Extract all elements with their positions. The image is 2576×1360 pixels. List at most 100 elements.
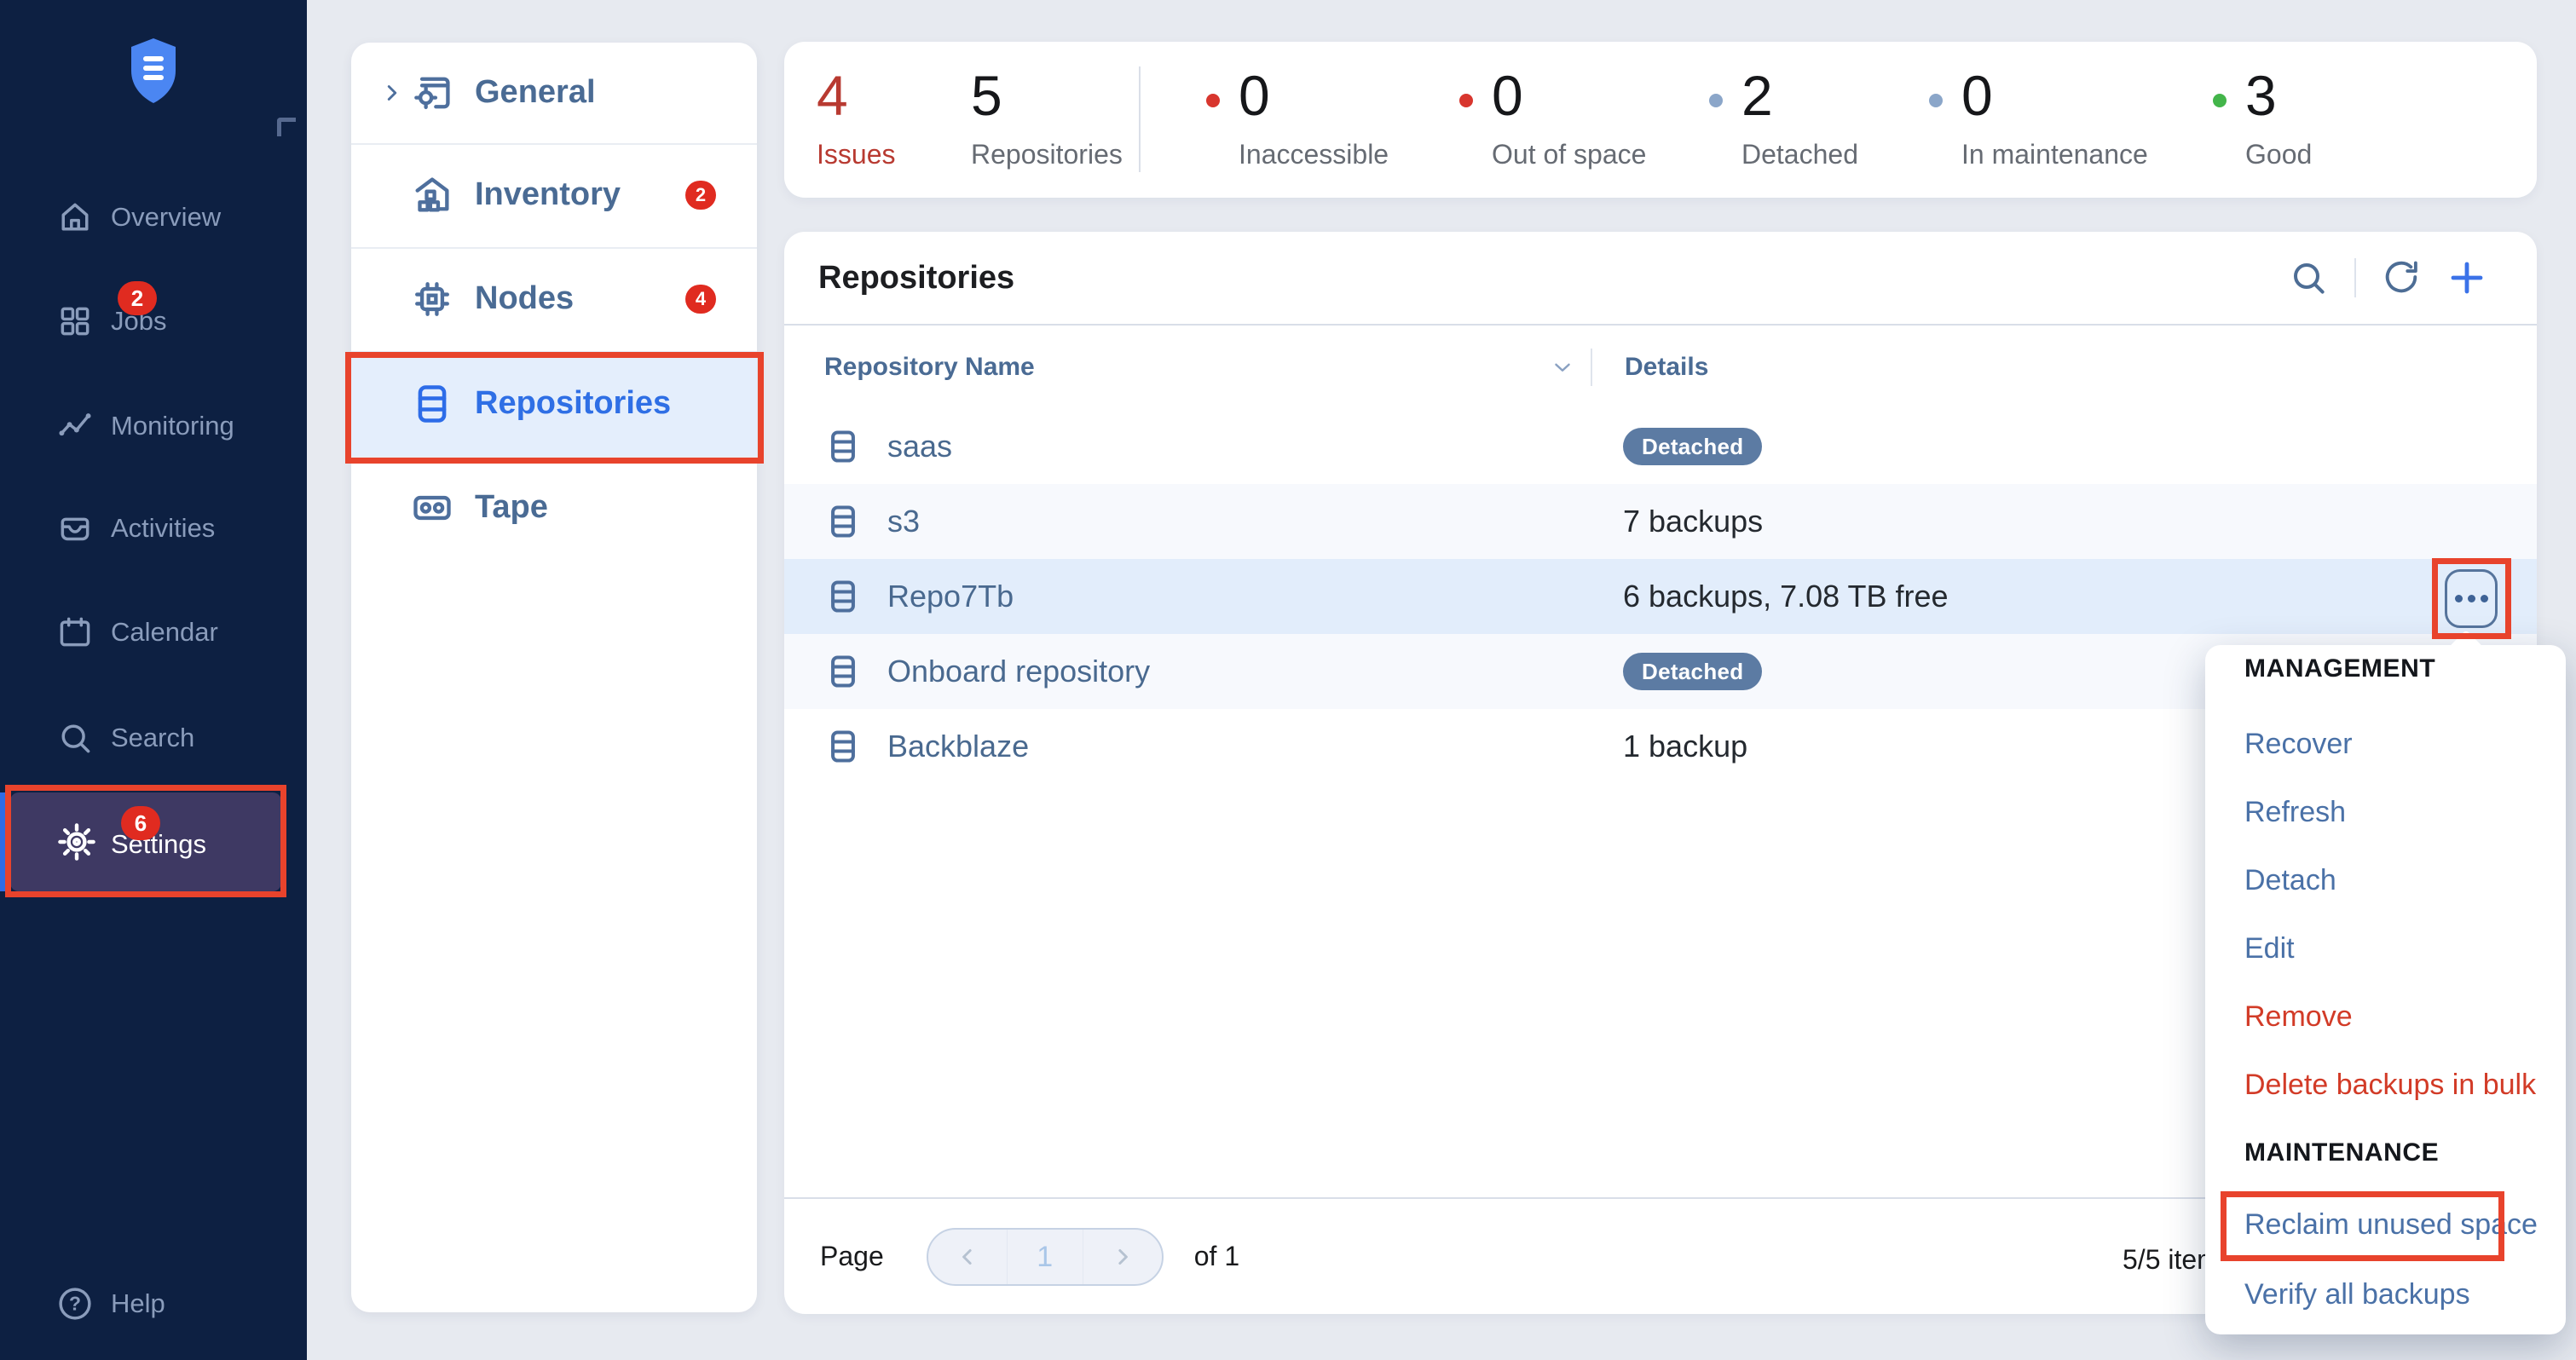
stat-issues: 4 Issues bbox=[817, 42, 895, 170]
stat-label: Repositories bbox=[971, 139, 1123, 170]
sidebar-item-overview[interactable]: Overview bbox=[0, 192, 307, 243]
toolbar-divider bbox=[2354, 258, 2356, 297]
column-header-repository-name[interactable]: Repository Name bbox=[824, 353, 1035, 382]
repository-name[interactable]: s3 bbox=[887, 504, 920, 539]
sidebar-item-label: Overview bbox=[111, 202, 221, 233]
home-icon bbox=[56, 199, 94, 236]
status-dot-red bbox=[1206, 94, 1220, 107]
repository-database-icon bbox=[824, 428, 862, 465]
page-label: Page bbox=[820, 1241, 884, 1272]
panel-header: Repositories bbox=[784, 232, 2537, 326]
stat-value: 5 bbox=[971, 64, 1002, 127]
menu-item-remove[interactable]: Remove bbox=[2205, 1002, 2566, 1031]
stat-detached: 2 Detached bbox=[1709, 42, 1858, 170]
current-page-number[interactable]: 1 bbox=[1007, 1230, 1083, 1284]
menu-item-recover[interactable]: Recover bbox=[2205, 729, 2566, 758]
menu-section-maintenance: MAINTENANCE bbox=[2205, 1138, 2566, 1167]
repository-name[interactable]: Backblaze bbox=[887, 729, 1029, 764]
repository-actions-context-menu: MANAGEMENT Recover Refresh Detach Edit R… bbox=[2205, 645, 2566, 1334]
sidebar-collapse-icon[interactable] bbox=[277, 118, 296, 136]
nav-item-general[interactable]: General bbox=[351, 43, 757, 143]
of-total-pages-label: of 1 bbox=[1194, 1241, 1239, 1272]
jobs-grid-icon bbox=[56, 303, 94, 340]
status-dot-green bbox=[2213, 94, 2227, 107]
sidebar-item-help[interactable]: ? Help bbox=[0, 1278, 307, 1329]
stat-label: Out of space bbox=[1492, 139, 1646, 170]
nav-item-nodes[interactable]: Nodes 4 bbox=[351, 247, 757, 351]
menu-item-edit[interactable]: Edit bbox=[2205, 934, 2566, 963]
primary-sidebar: Overview Jobs 2 Monitoring Activities Ca… bbox=[0, 0, 307, 1360]
add-repository-icon[interactable] bbox=[2446, 257, 2487, 298]
stats-divider bbox=[1139, 66, 1141, 172]
tape-cassette-icon bbox=[410, 486, 454, 530]
calendar-icon bbox=[56, 614, 94, 651]
nav-item-repositories[interactable]: Repositories bbox=[351, 351, 757, 456]
sidebar-item-activities[interactable]: Activities bbox=[0, 503, 307, 554]
repository-details: 7 backups bbox=[1591, 504, 1763, 539]
refresh-icon[interactable] bbox=[2382, 257, 2423, 298]
app-logo-shield-icon bbox=[126, 37, 181, 105]
sidebar-item-label: Activities bbox=[111, 513, 215, 544]
table-column-headers: Repository Name Details bbox=[784, 326, 2537, 409]
table-row[interactable]: s3 7 backups bbox=[784, 484, 2537, 559]
repository-name[interactable]: saas bbox=[887, 429, 952, 464]
status-dot-slate bbox=[1709, 94, 1723, 107]
repository-name[interactable]: Repo7Tb bbox=[887, 579, 1014, 614]
sidebar-item-calendar[interactable]: Calendar bbox=[0, 607, 307, 658]
search-icon bbox=[56, 719, 94, 757]
stat-label: Detached bbox=[1741, 139, 1858, 170]
nodes-count-badge: 4 bbox=[685, 285, 716, 314]
nav-item-label: Tape bbox=[475, 489, 548, 526]
settings-secondary-nav: General Inventory 2 Nodes 4 Repositories… bbox=[351, 43, 757, 1312]
stat-value: 0 bbox=[1239, 64, 1270, 127]
help-icon: ? bbox=[56, 1285, 94, 1323]
menu-item-reclaim-unused-space[interactable]: Reclaim unused space bbox=[2205, 1210, 2566, 1239]
stat-label: In maintenance bbox=[1961, 139, 2148, 170]
stat-in-maintenance: 0 In maintenance bbox=[1929, 42, 2148, 170]
panel-title: Repositories bbox=[818, 260, 1014, 297]
monitoring-chart-icon bbox=[56, 407, 94, 445]
menu-item-verify-all-backups[interactable]: Verify all backups bbox=[2205, 1280, 2566, 1309]
next-page-chevron-icon[interactable] bbox=[1083, 1230, 1162, 1284]
menu-item-refresh[interactable]: Refresh bbox=[2205, 798, 2566, 827]
sidebar-item-search[interactable]: Search bbox=[0, 712, 307, 764]
nav-item-inventory[interactable]: Inventory 2 bbox=[351, 143, 757, 247]
table-row[interactable]: saas Detached bbox=[784, 409, 2537, 484]
inventory-count-badge: 2 bbox=[685, 181, 716, 210]
repository-name[interactable]: Onboard repository bbox=[887, 654, 1150, 689]
table-row-selected[interactable]: Repo7Tb 6 backups, 7.08 TB free bbox=[784, 559, 2537, 634]
general-window-gear-icon bbox=[410, 71, 454, 115]
stat-value: 2 bbox=[1741, 64, 1773, 127]
settings-selected-indicator bbox=[0, 792, 10, 891]
sort-chevron-down-icon[interactable] bbox=[1550, 354, 1575, 380]
row-actions-ellipsis-button[interactable] bbox=[2445, 569, 2498, 628]
search-icon[interactable] bbox=[2288, 257, 2329, 298]
nav-item-label: Nodes bbox=[475, 280, 574, 317]
stat-good: 3 Good bbox=[2213, 42, 2312, 170]
nav-item-label: Inventory bbox=[475, 176, 621, 213]
menu-item-delete-backups-in-bulk[interactable]: Delete backups in bulk bbox=[2205, 1070, 2566, 1099]
repository-details: 1 backup bbox=[1591, 729, 1747, 764]
previous-page-chevron-icon[interactable] bbox=[928, 1230, 1007, 1284]
sidebar-item-label: Help bbox=[111, 1288, 165, 1319]
pager-control: 1 bbox=[927, 1228, 1164, 1286]
nav-item-tape[interactable]: Tape bbox=[351, 456, 757, 560]
repository-database-icon bbox=[824, 578, 862, 615]
stat-label: Issues bbox=[817, 139, 895, 170]
repository-details: 6 backups, 7.08 TB free bbox=[1591, 579, 1949, 614]
menu-section-management: MANAGEMENT bbox=[2205, 654, 2566, 683]
sidebar-item-monitoring[interactable]: Monitoring bbox=[0, 401, 307, 452]
detached-status-badge: Detached bbox=[1623, 428, 1762, 465]
gear-icon bbox=[56, 821, 97, 862]
nav-item-label: Repositories bbox=[475, 385, 671, 422]
sidebar-item-label: Search bbox=[111, 723, 194, 753]
stat-repositories: 5 Repositories bbox=[971, 42, 1123, 170]
menu-item-detach[interactable]: Detach bbox=[2205, 866, 2566, 895]
repository-database-icon bbox=[824, 728, 862, 765]
stat-value: 0 bbox=[1492, 64, 1523, 127]
chevron-right-icon bbox=[379, 80, 405, 106]
stat-out-of-space: 0 Out of space bbox=[1459, 42, 1646, 170]
column-header-details[interactable]: Details bbox=[1592, 353, 1708, 382]
status-dot-slate bbox=[1929, 94, 1943, 107]
sidebar-item-label: Calendar bbox=[111, 617, 218, 648]
